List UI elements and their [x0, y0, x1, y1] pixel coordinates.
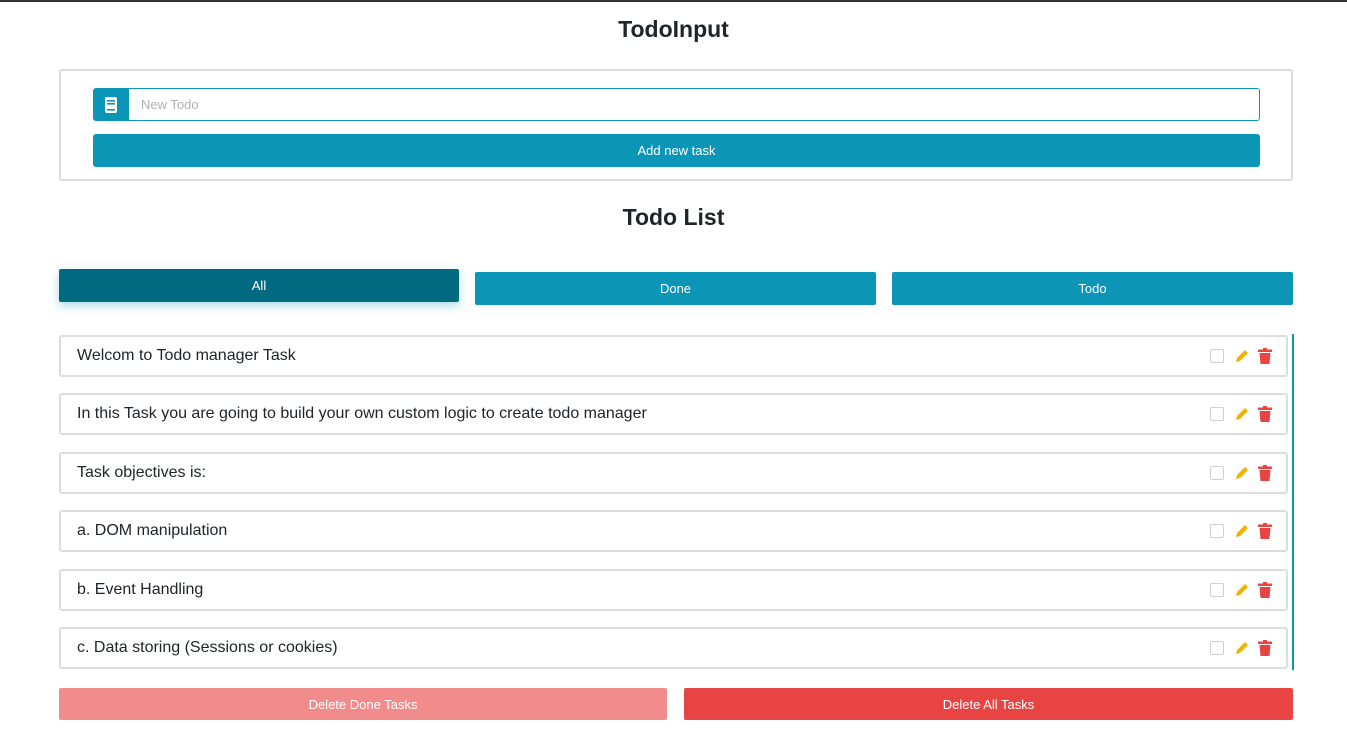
todo-input-group — [93, 88, 1260, 121]
filter-done-button[interactable]: Done — [475, 272, 876, 305]
pencil-icon[interactable] — [1234, 465, 1250, 481]
todo-item-text: a. DOM manipulation — [77, 522, 228, 539]
todo-item-checkbox[interactable] — [1210, 466, 1224, 480]
trash-icon[interactable] — [1258, 523, 1272, 539]
todo-item-checkbox[interactable] — [1210, 349, 1224, 363]
pencil-icon[interactable] — [1234, 582, 1250, 598]
todo-list-item: Task objectives is: — [59, 452, 1288, 494]
trash-icon[interactable] — [1258, 640, 1272, 656]
pencil-icon[interactable] — [1234, 640, 1250, 656]
page-title-todo-input: TodoInput — [618, 16, 729, 42]
todo-item-text: Welcom to Todo manager Task — [77, 347, 296, 364]
pencil-icon[interactable] — [1234, 348, 1250, 364]
todo-item-text: c. Data storing (Sessions or cookies) — [77, 639, 338, 656]
todo-list-item: c. Data storing (Sessions or cookies) — [59, 627, 1288, 669]
todo-item-checkbox[interactable] — [1210, 641, 1224, 655]
trash-icon[interactable] — [1258, 465, 1272, 481]
todo-list-item: b. Event Handling — [59, 569, 1288, 611]
filter-all-button[interactable]: All — [59, 269, 459, 302]
todo-item-checkbox[interactable] — [1210, 407, 1224, 421]
book-icon — [93, 88, 129, 121]
trash-icon[interactable] — [1258, 582, 1272, 598]
todo-input-card: Add new task — [59, 69, 1293, 181]
todo-item-text: In this Task you are going to build your… — [77, 405, 647, 422]
delete-done-tasks-button[interactable]: Delete Done Tasks — [59, 688, 667, 720]
pencil-icon[interactable] — [1234, 523, 1250, 539]
add-new-task-button[interactable]: Add new task — [93, 134, 1260, 167]
trash-icon[interactable] — [1258, 406, 1272, 422]
todo-list[interactable]: Welcom to Todo manager Task In this Task… — [58, 334, 1294, 670]
filter-todo-button[interactable]: Todo — [892, 272, 1293, 305]
trash-icon[interactable] — [1258, 348, 1272, 364]
page-title-todo-list: Todo List — [622, 204, 725, 230]
todo-item-text: Task objectives is: — [77, 464, 206, 481]
todo-list-item: In this Task you are going to build your… — [59, 393, 1288, 435]
pencil-icon[interactable] — [1234, 406, 1250, 422]
todo-item-checkbox[interactable] — [1210, 583, 1224, 597]
todo-list-item: Welcom to Todo manager Task — [59, 335, 1288, 377]
new-todo-input[interactable] — [129, 88, 1260, 121]
todo-item-checkbox[interactable] — [1210, 524, 1224, 538]
delete-all-tasks-button[interactable]: Delete All Tasks — [684, 688, 1293, 720]
todo-item-text: b. Event Handling — [77, 581, 204, 598]
todo-list-item: a. DOM manipulation — [59, 510, 1288, 552]
